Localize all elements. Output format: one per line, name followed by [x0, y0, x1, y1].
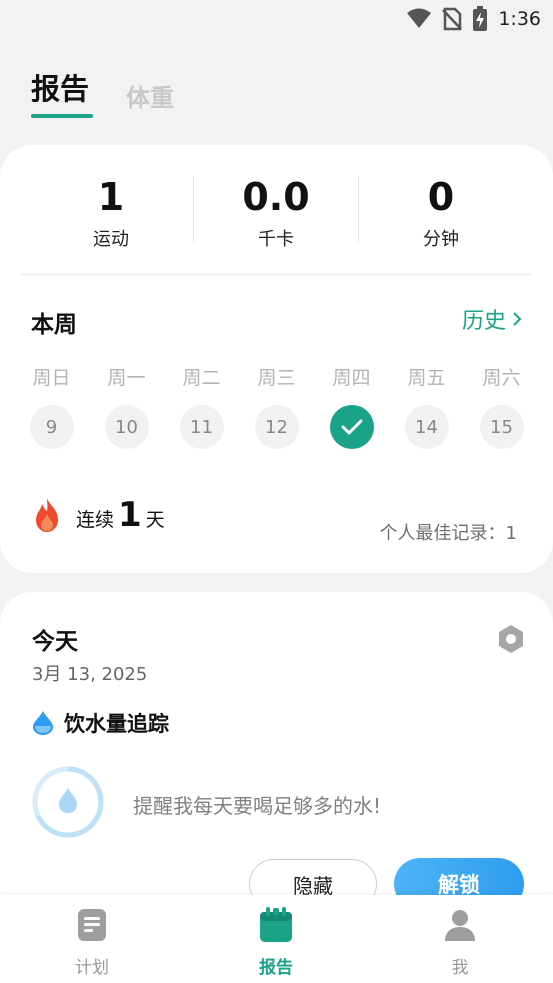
day-sat[interactable]: 周六 15	[464, 363, 539, 449]
day-tue[interactable]: 周二 11	[164, 363, 239, 449]
history-label: 历史	[461, 309, 506, 334]
stat-label: 运动	[93, 229, 129, 250]
water-title: 饮水量追踪	[64, 712, 169, 736]
stat-calories: 0.0 千卡	[191, 175, 361, 251]
tab-report[interactable]: 报告	[31, 66, 89, 108]
history-link[interactable]: 历史	[462, 303, 522, 335]
water-progress-ring	[32, 766, 104, 838]
stat-value: 1	[97, 175, 125, 219]
day-fri[interactable]: 周五 14	[389, 363, 464, 449]
summary-stats: 1 运动 0.0 千卡 0 分钟	[0, 175, 553, 250]
day-date: 9	[29, 405, 74, 449]
day-name: 周二	[182, 367, 221, 389]
today-date: 3月 13, 2025	[32, 664, 148, 685]
today-card: 今天 3月 13, 2025 饮水量追踪 提醒我每天要喝足够多的水! 隐藏 解锁	[0, 592, 553, 922]
day-date: 14	[404, 405, 449, 449]
today-title: 今天	[32, 629, 78, 655]
streak: 连续 1 天	[32, 495, 165, 535]
water-drop-icon	[59, 788, 77, 813]
day-name: 周四	[332, 367, 371, 389]
no-sim-icon	[442, 7, 463, 31]
battery-charging-icon	[473, 6, 488, 31]
week-title: 本周	[31, 312, 77, 338]
stat-minutes: 0 分钟	[356, 175, 526, 251]
day-mon[interactable]: 周一 10	[89, 363, 164, 449]
day-name: 周一	[107, 367, 146, 389]
person-icon	[445, 910, 475, 941]
status-time: 1:36	[498, 8, 541, 30]
day-done-badge	[329, 405, 374, 449]
best-record: 个人最佳记录：1	[379, 523, 517, 544]
water-reminder-text: 提醒我每天要喝足够多的水!	[133, 794, 382, 818]
water-drop-icon	[33, 711, 53, 735]
day-name: 周三	[257, 367, 296, 389]
day-date: 15	[479, 405, 524, 449]
streak-count: 1	[118, 495, 142, 535]
summary-card: 1 运动 0.0 千卡 0 分钟 本周 历史 周日 9 周一 10 周二 11 …	[0, 145, 553, 573]
check-icon	[341, 419, 362, 435]
stat-label: 千卡	[258, 229, 294, 250]
day-date: 12	[254, 405, 299, 449]
day-name: 周六	[482, 367, 521, 389]
calendar-icon	[260, 907, 292, 942]
day-sun[interactable]: 周日 9	[14, 363, 89, 449]
day-date: 11	[179, 405, 224, 449]
day-name: 周五	[407, 367, 446, 389]
settings-icon[interactable]	[496, 624, 526, 654]
tab-active-indicator	[31, 114, 93, 118]
stat-value: 0	[427, 175, 455, 219]
streak-prefix: 连续	[76, 509, 115, 531]
day-name: 周日	[32, 367, 71, 389]
stat-value: 0.0	[242, 175, 310, 219]
nav-label: 我	[451, 958, 469, 978]
stat-workouts: 1 运动	[26, 175, 196, 251]
water-tracker-header: 饮水量追踪	[32, 708, 169, 738]
divider	[20, 274, 532, 275]
tab-weight[interactable]: 体重	[126, 78, 174, 113]
nav-report[interactable]: 报告	[216, 907, 336, 978]
status-bar: 1:36	[0, 0, 553, 38]
plan-icon	[78, 909, 106, 941]
wifi-icon	[407, 8, 432, 28]
nav-me[interactable]: 我	[400, 907, 520, 978]
chevron-right-icon	[513, 312, 522, 326]
nav-label: 报告	[259, 958, 293, 978]
stat-label: 分钟	[423, 229, 459, 250]
status-icons: 1:36	[406, 6, 541, 32]
day-thu[interactable]: 周四	[314, 363, 389, 449]
day-wed[interactable]: 周三 12	[239, 363, 314, 449]
bottom-nav: 计划 报告 我	[0, 895, 553, 983]
fire-icon	[36, 498, 58, 532]
nav-label: 计划	[75, 958, 109, 978]
day-date: 10	[104, 405, 149, 449]
nav-plan[interactable]: 计划	[32, 907, 152, 978]
streak-suffix: 天	[145, 509, 165, 531]
